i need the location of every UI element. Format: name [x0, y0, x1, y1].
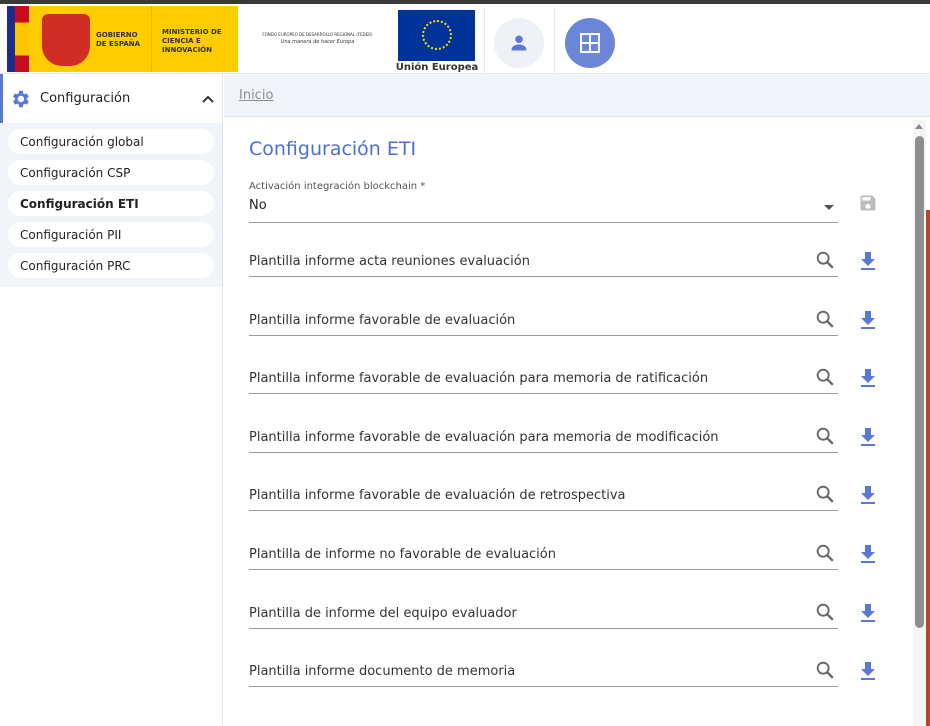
blockchain-label: Activación integración blockchain * — [249, 181, 426, 192]
search-icon[interactable] — [814, 601, 836, 623]
template-field[interactable]: Plantilla informe documento de memoria — [249, 661, 838, 687]
gobierno-text: GOBIERNO DE ESPAÑA — [96, 31, 141, 48]
gobierno-logo: GOBIERNO DE ESPAÑA MINISTERIO DE CIENCIA… — [7, 6, 238, 72]
header: GOBIERNO DE ESPAÑA MINISTERIO DE CIENCIA… — [0, 4, 930, 77]
template-field-label: Plantilla de informe del equipo evaluado… — [249, 606, 517, 621]
download-icon[interactable] — [860, 368, 876, 388]
background-window-edge — [926, 210, 930, 726]
sidebar-item-configuracion-global[interactable]: Configuración global — [8, 129, 214, 154]
download-icon[interactable] — [860, 251, 876, 271]
search-icon[interactable] — [814, 483, 836, 505]
apps-button[interactable] — [565, 18, 615, 68]
template-field[interactable]: Plantilla de informe no favorable de eva… — [249, 544, 838, 570]
search-icon[interactable] — [814, 542, 836, 564]
download-icon[interactable] — [860, 427, 876, 447]
blockchain-select[interactable]: No — [249, 198, 838, 223]
sidebar-item-configuracion-eti[interactable]: Configuración ETI — [8, 191, 214, 216]
template-field-label: Plantilla informe favorable de evaluació… — [249, 430, 719, 445]
grid-icon — [580, 33, 600, 53]
eu-flag-icon — [398, 10, 475, 61]
scroll-up-icon[interactable] — [915, 124, 923, 129]
template-field[interactable]: Plantilla de informe del equipo evaluado… — [249, 603, 838, 629]
sidebar-item-configuracion-prc[interactable]: Configuración PRC — [8, 253, 214, 278]
scrollbar[interactable] — [913, 120, 926, 726]
feder-logo: FONDO EUROPEO DE DESARROLLO REGIONAL (FE… — [255, 32, 380, 45]
spain-flag-icon — [7, 6, 29, 72]
page-title: Configuración ETI — [249, 138, 417, 160]
sidebar-item-configuracion-pii[interactable]: Configuración PII — [8, 222, 214, 247]
search-icon[interactable] — [814, 659, 836, 681]
search-icon[interactable] — [814, 249, 836, 271]
download-icon[interactable] — [860, 661, 876, 681]
breadcrumb: Inicio — [224, 74, 930, 117]
blockchain-value: No — [249, 198, 267, 213]
sidebar-item-configuracion-csp[interactable]: Configuración CSP — [8, 160, 214, 185]
template-field[interactable]: Plantilla informe acta reuniones evaluac… — [249, 251, 838, 277]
chevron-up-icon[interactable] — [202, 95, 214, 103]
gear-icon — [13, 90, 29, 107]
feder-title: FONDO EUROPEO DE DESARROLLO REGIONAL (FE… — [262, 32, 373, 37]
template-field-label: Plantilla informe acta reuniones evaluac… — [249, 254, 530, 269]
feder-motto: Una manera de hacer Europa — [280, 39, 355, 45]
coat-of-arms-icon — [42, 14, 90, 66]
template-field[interactable]: Plantilla informe favorable de evaluació… — [249, 310, 838, 336]
download-icon[interactable] — [860, 485, 876, 505]
save-icon[interactable] — [858, 193, 878, 213]
template-field-label: Plantilla informe favorable de evaluació… — [249, 488, 626, 503]
sidebar-section-label: Configuración — [40, 91, 131, 106]
template-field[interactable]: Plantilla informe favorable de evaluació… — [249, 368, 838, 394]
breadcrumb-inicio[interactable]: Inicio — [239, 88, 273, 103]
dropdown-arrow-icon — [824, 205, 834, 210]
template-field[interactable]: Plantilla informe favorable de evaluació… — [249, 485, 838, 511]
search-icon[interactable] — [814, 366, 836, 388]
person-icon — [511, 35, 527, 51]
eu-label: Unión Europea — [395, 62, 479, 73]
template-field[interactable]: Plantilla informe favorable de evaluació… — [249, 427, 838, 453]
sidebar-submenu: Configuración global Configuración CSP C… — [0, 123, 222, 287]
template-field-label: Plantilla de informe no favorable de eva… — [249, 547, 556, 562]
template-field-label: Plantilla informe favorable de evaluació… — [249, 371, 709, 386]
scrollbar-thumb[interactable] — [915, 136, 924, 628]
download-icon[interactable] — [860, 603, 876, 623]
sidebar: Configuración Configuración global Confi… — [0, 74, 223, 726]
download-icon[interactable] — [860, 310, 876, 330]
template-field-label: Plantilla informe favorable de evaluació… — [249, 313, 516, 328]
download-icon[interactable] — [860, 544, 876, 564]
template-field-label: Plantilla informe documento de memoria — [249, 664, 516, 679]
search-icon[interactable] — [814, 308, 836, 330]
search-icon[interactable] — [814, 425, 836, 447]
user-button[interactable] — [494, 18, 544, 68]
sidebar-section-configuracion[interactable]: Configuración — [0, 74, 222, 123]
ministerio-text: MINISTERIO DE CIENCIA E INNOVACIÓN — [162, 28, 222, 54]
